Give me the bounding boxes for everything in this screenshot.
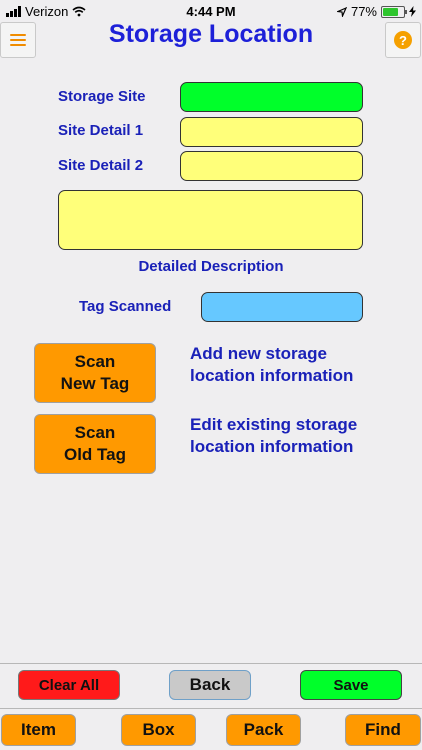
storage-site-field[interactable] bbox=[180, 82, 363, 112]
battery-percent: 77% bbox=[350, 4, 377, 19]
help-icon: ? bbox=[394, 31, 412, 49]
page-title: Storage Location bbox=[108, 20, 314, 48]
scan-old-tag-line2: Old Tag bbox=[63, 445, 126, 464]
save-button[interactable]: Save bbox=[300, 670, 402, 700]
scan-old-tag-description: Edit existing storage location informati… bbox=[190, 415, 358, 456]
tag-scanned-field[interactable] bbox=[201, 292, 363, 322]
tabbar-divider bbox=[0, 708, 422, 709]
location-arrow-icon bbox=[336, 6, 347, 17]
tag-scanned-label: Tag Scanned bbox=[79, 298, 172, 315]
tab-box[interactable]: Box bbox=[121, 714, 196, 746]
charging-bolt-icon bbox=[409, 6, 416, 17]
storage-site-label: Storage Site bbox=[58, 88, 146, 105]
scan-new-tag-button[interactable]: Scan New Tag bbox=[34, 343, 156, 403]
detailed-description-field[interactable] bbox=[58, 190, 363, 250]
back-button[interactable]: Back bbox=[169, 670, 251, 700]
battery-fill bbox=[383, 7, 398, 16]
site-detail-1-field[interactable] bbox=[180, 117, 363, 147]
detailed-description-label: Detailed Description bbox=[138, 258, 284, 275]
tab-item[interactable]: Item bbox=[1, 714, 76, 746]
scan-old-tag-button[interactable]: Scan Old Tag bbox=[34, 414, 156, 474]
status-right: 77% bbox=[336, 4, 416, 19]
clear-all-button[interactable]: Clear All bbox=[18, 670, 120, 700]
scan-new-tag-line2: New Tag bbox=[60, 374, 130, 393]
site-detail-1-label: Site Detail 1 bbox=[58, 122, 144, 139]
site-detail-2-field[interactable] bbox=[180, 151, 363, 181]
tab-pack[interactable]: Pack bbox=[226, 714, 301, 746]
tab-find[interactable]: Find bbox=[345, 714, 421, 746]
status-bar: Verizon 4:44 PM 77% bbox=[0, 0, 422, 22]
scan-old-tag-line1: Scan bbox=[74, 423, 116, 442]
site-detail-2-label: Site Detail 2 bbox=[58, 157, 144, 174]
battery-icon bbox=[381, 5, 407, 18]
toolbar-divider bbox=[0, 663, 422, 664]
help-button[interactable]: ? bbox=[385, 22, 421, 58]
scan-new-tag-line1: Scan bbox=[74, 352, 116, 371]
scan-new-tag-description: Add new storage location information bbox=[190, 344, 354, 385]
